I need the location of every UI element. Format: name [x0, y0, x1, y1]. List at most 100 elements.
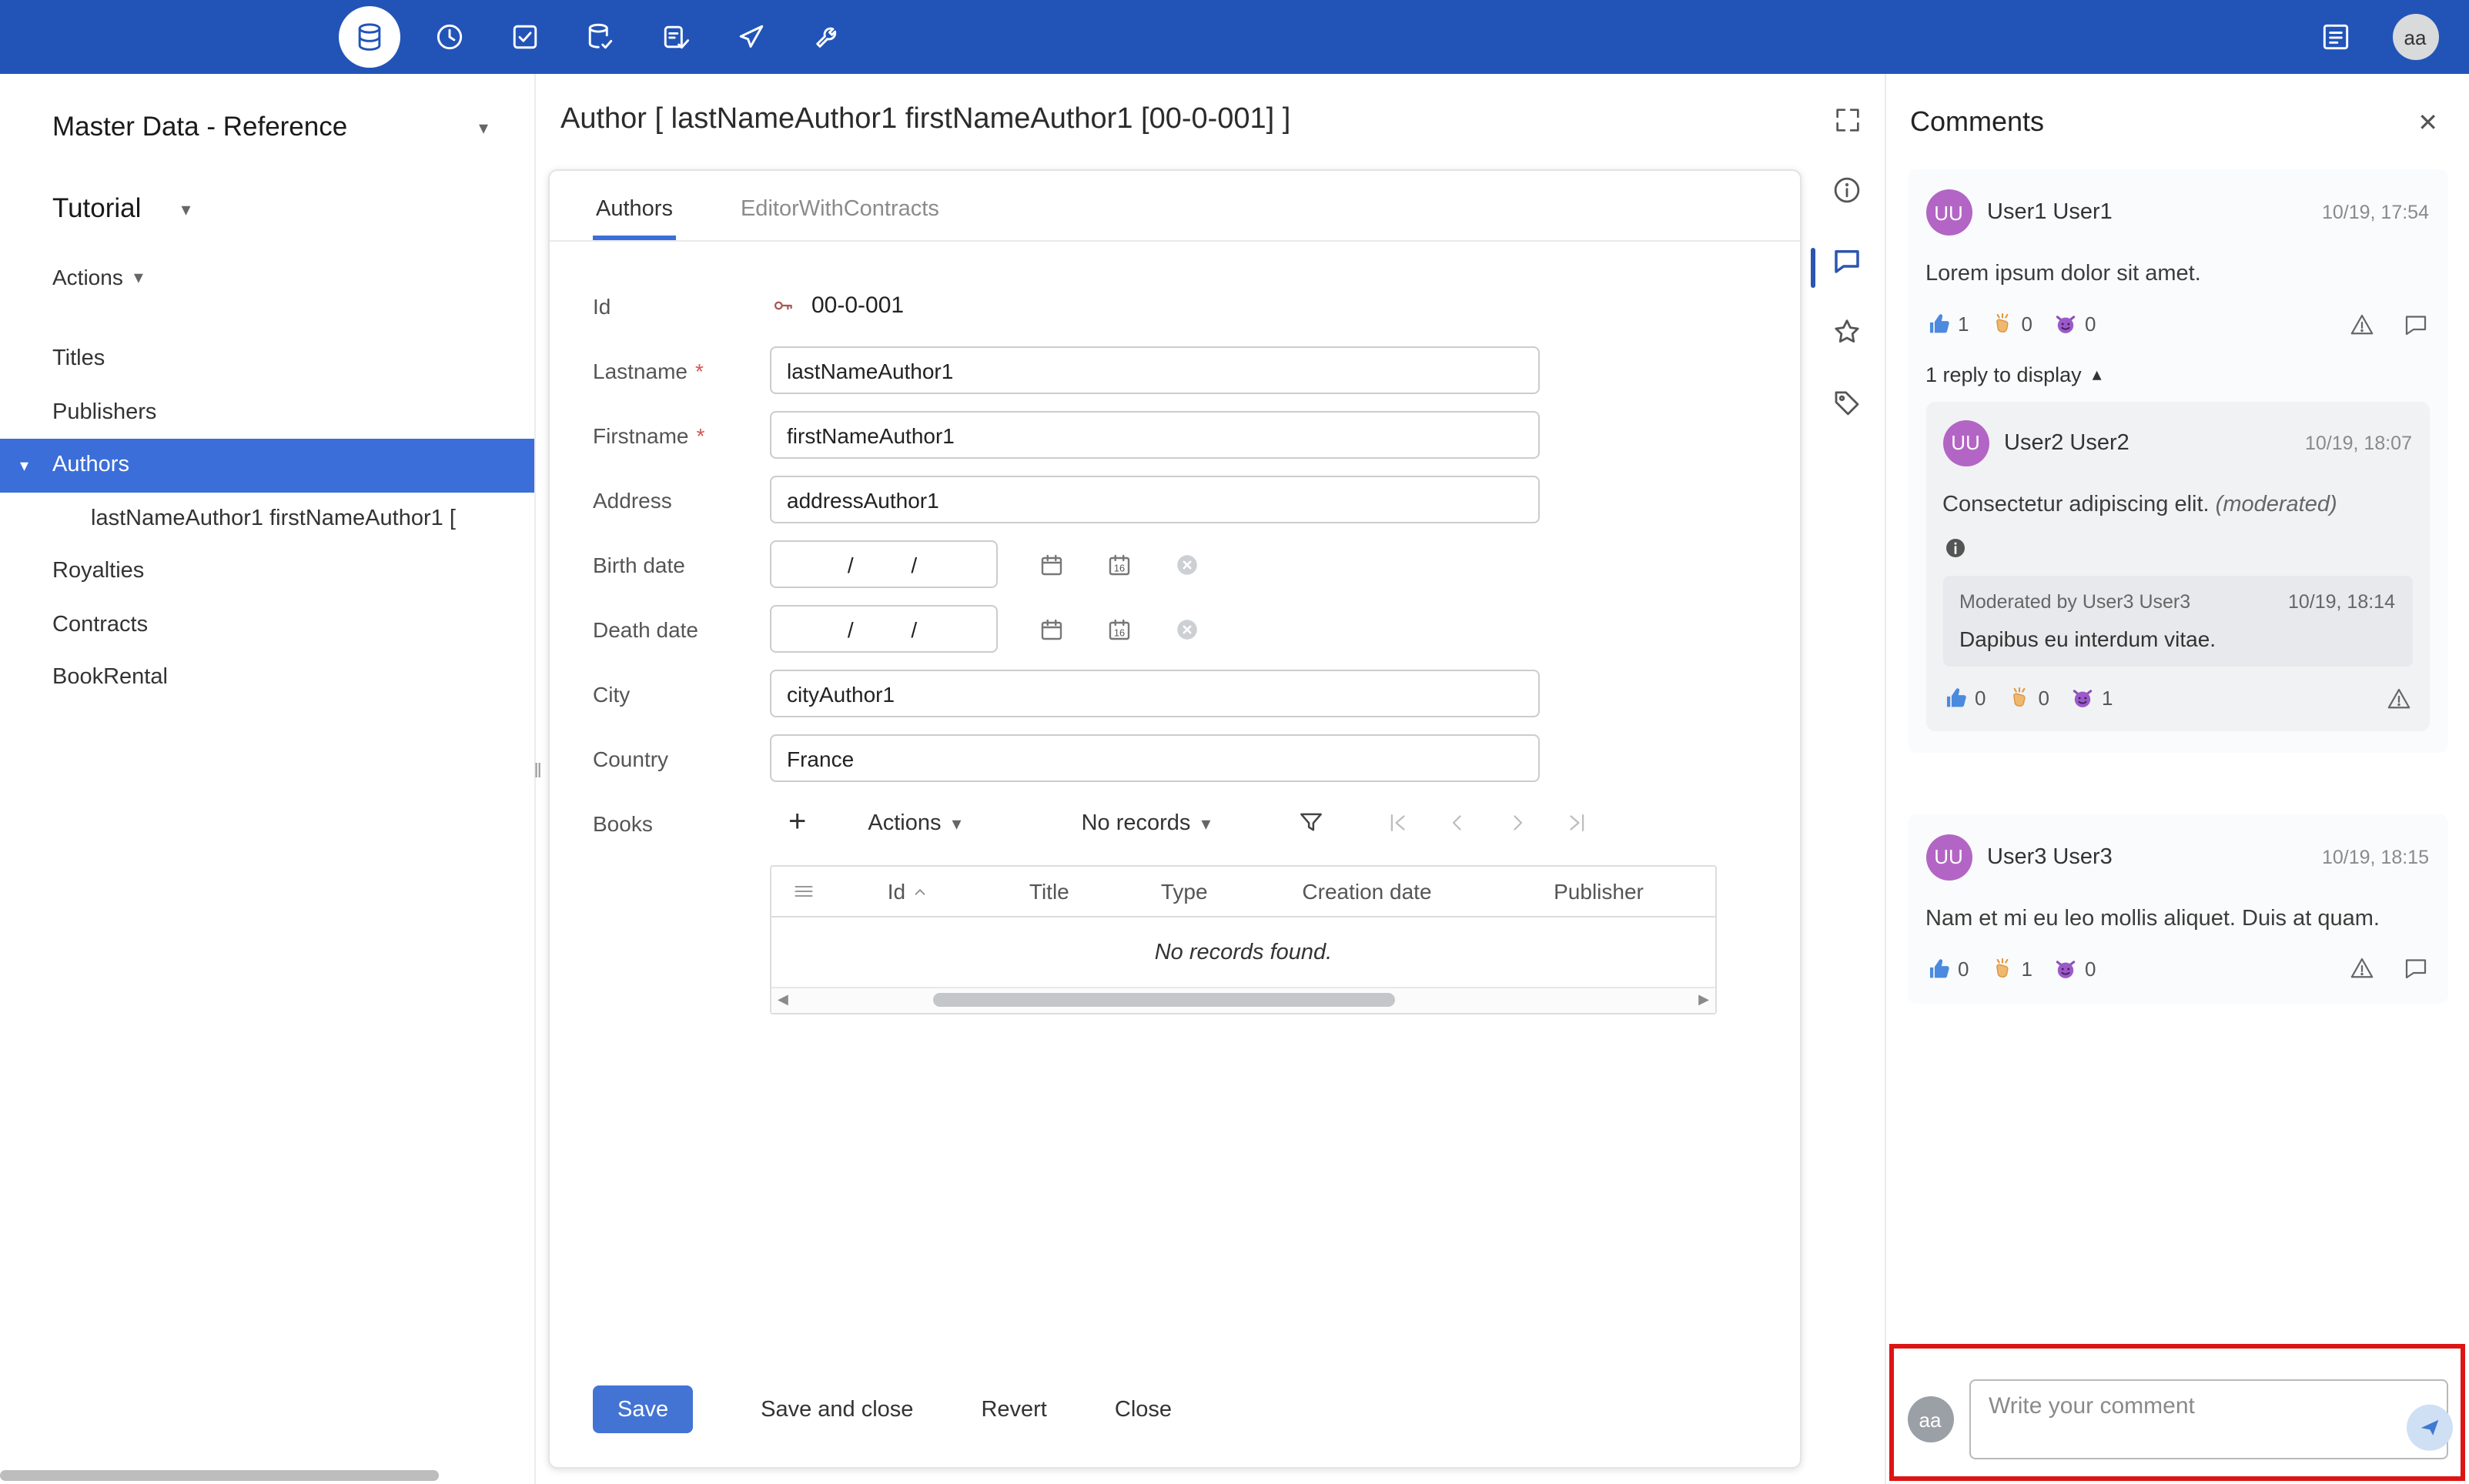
column-header-id[interactable]: Id	[836, 879, 982, 904]
scrollbar-thumb[interactable]	[933, 993, 1395, 1007]
firstname-input[interactable]	[770, 411, 1540, 459]
comments-icon[interactable]	[1831, 245, 1863, 277]
app-switcher[interactable]: Master Data - Reference ▾	[0, 111, 534, 143]
send-comment-button[interactable]	[2406, 1404, 2452, 1451]
clap-count: 1	[2021, 957, 2032, 981]
like-reaction-button[interactable]: 0	[1925, 956, 1969, 982]
add-book-button[interactable]: +	[788, 805, 806, 841]
page-horizontal-scrollbar[interactable]	[0, 1470, 439, 1481]
city-label: City	[593, 681, 631, 706]
records-count-menu[interactable]: No records ▾	[1082, 811, 1211, 835]
devil-reaction-button[interactable]: 0	[2052, 956, 2096, 982]
report-warning-icon[interactable]	[2347, 955, 2375, 983]
checklist-icon[interactable]	[499, 11, 551, 63]
replies-toggle[interactable]: 1 reply to display ▴	[1925, 363, 2429, 386]
calendar-icon[interactable]	[1038, 615, 1066, 643]
sidebar-item-bookrental[interactable]: BookRental	[0, 651, 534, 704]
moderation-timestamp: 10/19, 18:14	[2287, 590, 2395, 612]
history-icon[interactable]	[423, 11, 476, 63]
previous-page-icon[interactable]	[1444, 810, 1470, 836]
scroll-right-icon[interactable]: ▶	[1698, 991, 1709, 1008]
birth-date-input[interactable]	[770, 540, 998, 588]
column-header-type[interactable]: Type	[1117, 879, 1252, 904]
like-reaction-button[interactable]: 1	[1925, 312, 1969, 338]
tab-authors[interactable]: Authors	[593, 180, 676, 240]
clear-date-icon[interactable]	[1173, 615, 1201, 643]
last-page-icon[interactable]	[1564, 810, 1591, 836]
reply-bubble-icon[interactable]	[2401, 955, 2429, 983]
report-warning-icon[interactable]	[2347, 311, 2375, 339]
dart-icon[interactable]	[725, 11, 778, 63]
moderation-header: Moderated by User3 User3 10/19, 18:14	[1959, 590, 2395, 612]
save-and-close-button[interactable]: Save and close	[761, 1397, 913, 1422]
devil-reaction-button[interactable]: 0	[2052, 312, 2096, 338]
column-header-title[interactable]: Title	[982, 879, 1116, 904]
column-header-publisher[interactable]: Publisher	[1482, 879, 1715, 904]
date-picker-icon[interactable]: 16	[1106, 550, 1133, 578]
section-switcher[interactable]: Tutorial ▾	[0, 192, 534, 225]
clap-reaction-button[interactable]: 1	[1989, 956, 2032, 982]
side-tool-strip	[1810, 74, 1884, 1484]
form-check-icon[interactable]	[650, 11, 702, 63]
tag-icon[interactable]	[1831, 386, 1863, 419]
field-row-birth-date: Birth date 16	[593, 540, 1756, 588]
chevron-down-icon: ▾	[478, 116, 488, 138]
clap-reaction-button[interactable]: 0	[2006, 685, 2049, 711]
report-list-icon[interactable]	[2309, 11, 2361, 63]
info-icon[interactable]	[1831, 174, 1863, 206]
date-picker-icon[interactable]: 16	[1106, 615, 1133, 643]
tab-editorwithcontracts[interactable]: EditorWithContracts	[738, 180, 942, 240]
star-icon[interactable]	[1831, 316, 1863, 348]
sidebar-actions-menu[interactable]: Actions ▾	[0, 265, 534, 289]
comment-input[interactable]	[1969, 1379, 2447, 1459]
sidebar-item-authors[interactable]: ▾ Authors	[0, 439, 534, 492]
database-icon[interactable]	[339, 6, 400, 68]
address-input[interactable]	[770, 476, 1540, 523]
expand-icon[interactable]	[1832, 105, 1862, 135]
clap-reaction-button[interactable]: 0	[1989, 312, 2032, 338]
first-page-icon[interactable]	[1384, 810, 1410, 836]
user-avatar[interactable]: aa	[2392, 14, 2438, 60]
reply-bubble-icon[interactable]	[2401, 311, 2429, 339]
devil-reaction-button[interactable]: 1	[2069, 685, 2113, 711]
sidebar-item-royalties[interactable]: Royalties	[0, 545, 534, 598]
clap-icon	[1996, 313, 2009, 333]
country-input[interactable]	[770, 734, 1540, 782]
panel-resize-handle[interactable]: ‖	[534, 759, 542, 782]
field-row-id: Id 00-0-001	[593, 282, 1756, 329]
books-actions-menu[interactable]: Actions ▾	[868, 811, 961, 835]
comment-reactions: 0 1 0	[1925, 955, 2429, 983]
revert-button[interactable]: Revert	[981, 1397, 1046, 1422]
comment-header: UU User1 User1 10/19, 17:54	[1925, 189, 2429, 236]
like-reaction-button[interactable]: 0	[1942, 685, 1986, 711]
sidebar-item-author-record[interactable]: lastNameAuthor1 firstNameAuthor1 [	[0, 492, 534, 545]
close-icon[interactable]: ✕	[2417, 107, 2438, 138]
death-date-input[interactable]	[770, 605, 998, 653]
row-handle-icon[interactable]	[771, 877, 836, 905]
moderation-box: Moderated by User3 User3 10/19, 18:14 Da…	[1942, 575, 2412, 666]
wrench-icon[interactable]	[801, 11, 853, 63]
column-header-creation-date[interactable]: Creation date	[1252, 879, 1482, 904]
save-button[interactable]: Save	[593, 1385, 694, 1433]
moderation-info-icon[interactable]	[1942, 535, 2412, 560]
form-action-buttons: Save Save and close Revert Close	[550, 1385, 1799, 1467]
city-input[interactable]	[770, 670, 1540, 717]
books-pagination	[1384, 810, 1591, 836]
comments-header: Comments ✕	[1885, 74, 2469, 160]
scroll-left-icon[interactable]: ◀	[778, 991, 788, 1008]
clap-count: 0	[2038, 687, 2049, 710]
database-edit-icon[interactable]	[574, 11, 627, 63]
devil-count: 1	[2101, 687, 2113, 710]
report-warning-icon[interactable]	[2384, 684, 2412, 712]
clear-date-icon[interactable]	[1173, 550, 1201, 578]
close-button[interactable]: Close	[1115, 1397, 1172, 1422]
sidebar-item-titles[interactable]: Titles	[0, 333, 534, 386]
lastname-input[interactable]	[770, 346, 1540, 394]
next-page-icon[interactable]	[1504, 810, 1531, 836]
filter-icon[interactable]	[1296, 808, 1326, 837]
sidebar-item-publishers[interactable]: Publishers	[0, 386, 534, 439]
calendar-icon[interactable]	[1038, 550, 1066, 578]
avatar: UU	[1942, 419, 1989, 466]
sidebar-nav: Titles Publishers ▾ Authors lastNameAuth…	[0, 333, 534, 704]
sidebar-item-contracts[interactable]: Contracts	[0, 598, 534, 651]
